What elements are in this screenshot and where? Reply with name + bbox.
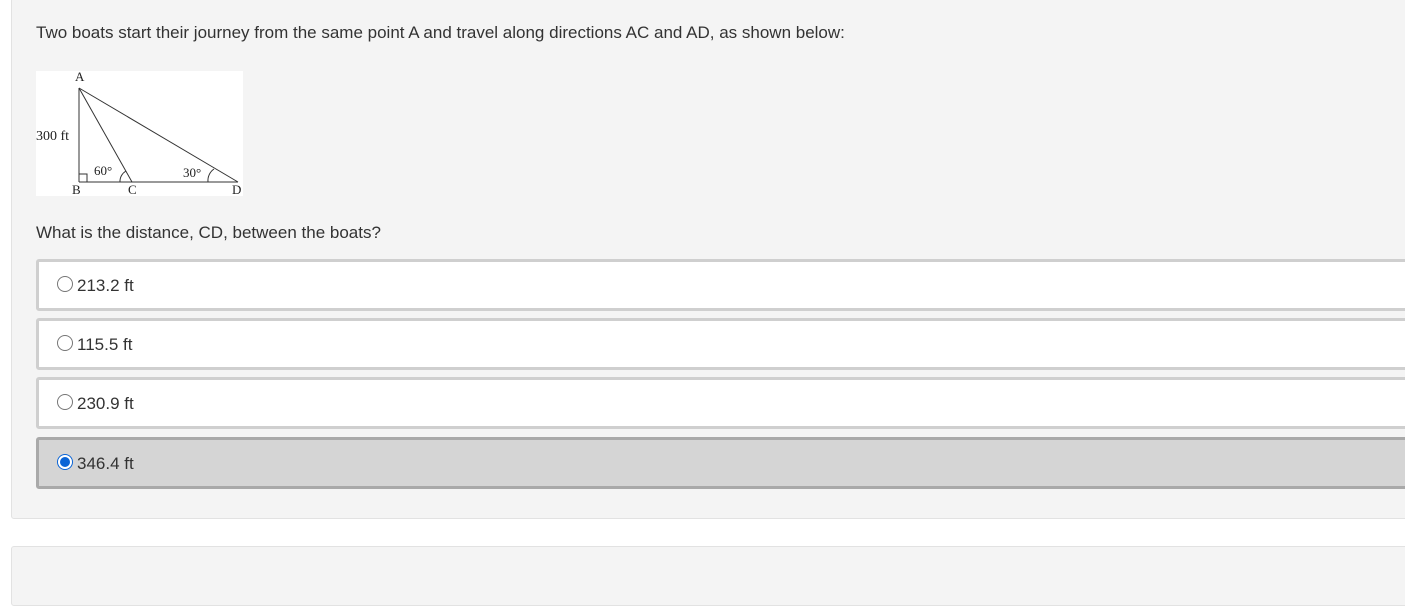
question-text: What is the distance, CD, between the bo… [36, 223, 381, 242]
answer-option-1[interactable]: 213.2 ft [36, 259, 1405, 311]
answer-option-label: 230.9 ft [77, 394, 134, 413]
answer-option-label: 115.5 ft [77, 335, 133, 354]
right-angle-marker [79, 173, 88, 182]
side-length-label: 300 ft [36, 129, 69, 144]
vertex-label-b: B [72, 182, 81, 196]
radio-button[interactable] [57, 276, 73, 292]
answer-option-label: 213.2 ft [77, 276, 134, 295]
answer-option-2[interactable]: 115.5 ft [36, 318, 1405, 370]
triangle-figure: A B C D 300 ft 60° 30° [36, 71, 243, 196]
angle-arc-d [207, 168, 215, 183]
angle-label-d: 30° [183, 165, 201, 180]
radio-button[interactable] [57, 335, 73, 351]
radio-button[interactable] [57, 394, 73, 410]
angle-label-c: 60° [94, 163, 112, 178]
vertex-label-c: C [128, 182, 137, 196]
answer-option-4[interactable]: 346.4 ft [36, 437, 1405, 489]
next-question-card [11, 546, 1405, 606]
angle-arc-c [119, 170, 127, 183]
radio-button-selected[interactable] [57, 454, 73, 470]
question-prompt: Two boats start their journey from the s… [36, 23, 845, 42]
triangle-diagram: A B C D 300 ft 60° 30° [36, 71, 241, 196]
vertex-label-a: A [75, 71, 85, 84]
answer-option-3[interactable]: 230.9 ft [36, 377, 1405, 429]
vertex-label-d: D [232, 182, 241, 196]
answer-option-label: 346.4 ft [77, 454, 134, 473]
